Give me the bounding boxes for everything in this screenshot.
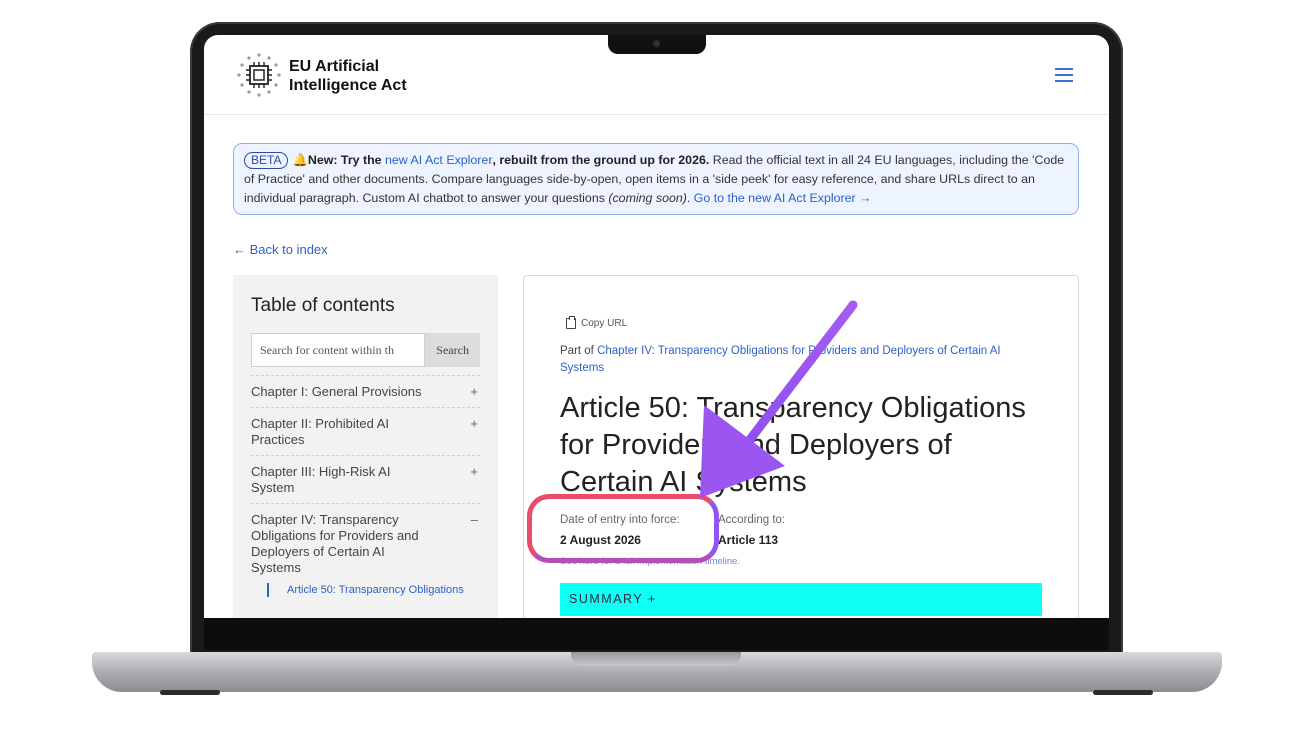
annotation-arrow-icon: [700, 300, 858, 498]
camera-icon: [653, 40, 660, 47]
